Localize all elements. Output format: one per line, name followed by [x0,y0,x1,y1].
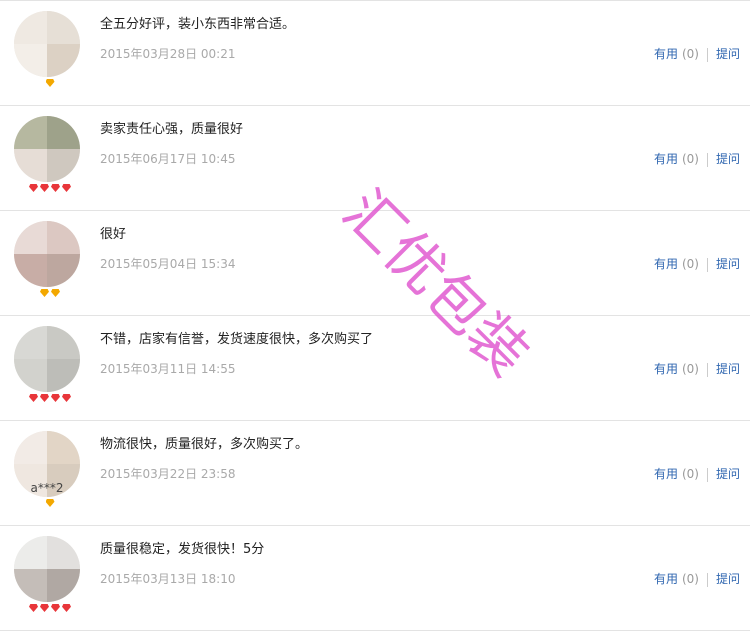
red-heart-icon [62,394,71,402]
red-heart-icon [62,604,71,612]
review-actions: 有用 (0) 提问 [654,150,740,167]
useful-link[interactable]: 有用 [654,152,678,166]
red-heart-icon [51,604,60,612]
review-text: 全五分好评，装小东西非常合适。 [100,17,296,32]
review-item: 卖家责任心强，质量很好 2015年06月17日 10:45 有用 (0) 提问 [0,105,750,210]
avatar-tile [47,536,80,569]
gold-diamond-icon [45,79,55,87]
useful-link[interactable]: 有用 [654,467,678,481]
review-list: 全五分好评，装小东西非常合适。 2015年03月28日 00:21 有用 (0) 提问卖… [0,0,750,631]
review-actions: 有用 (0) 提问 [654,360,740,377]
avatar-tile [14,326,47,359]
ask-link[interactable]: 提问 [716,47,740,61]
ask-link[interactable]: 提问 [716,152,740,166]
review-date: 2015年05月04日 15:34 [100,257,236,271]
avatar[interactable] [14,536,80,602]
review-text: 质量很稳定，发货很快！5分 [100,542,265,557]
rank-badge [22,289,78,300]
useful-link[interactable]: 有用 [654,362,678,376]
review-item: 不错，店家有信誉，发货速度很快，多次购买了 2015年03月11日 14:55 有用… [0,315,750,420]
avatar[interactable] [14,221,80,287]
review-text: 物流很快，质量很好，多次购买了。 [100,437,309,452]
review-date: 2015年03月28日 00:21 [100,47,236,61]
red-heart-icon [29,604,38,612]
red-heart-icon [51,394,60,402]
ask-link[interactable]: 提问 [716,257,740,271]
divider [706,572,708,587]
review-item: 很好 2015年05月04日 15:34 有用 (0) 提问 [0,210,750,315]
useful-link[interactable]: 有用 [654,257,678,271]
useful-count: (0) [681,467,699,481]
divider [706,152,708,167]
red-heart-icon [29,184,38,192]
review-item: 全五分好评，装小东西非常合适。 2015年03月28日 00:21 有用 (0) 提问 [0,0,750,105]
review-date: 2015年06月17日 10:45 [100,152,236,166]
avatar-tile [47,359,80,392]
avatar-tile [14,254,47,287]
username[interactable]: a***2 [14,481,80,495]
avatar-tile [14,44,47,77]
avatar[interactable] [14,326,80,392]
divider [706,362,708,377]
useful-link[interactable]: 有用 [654,572,678,586]
ask-link[interactable]: 提问 [716,362,740,376]
avatar-tile [47,569,80,602]
divider [706,467,708,482]
avatar-tile [14,359,47,392]
useful-count: (0) [681,362,699,376]
avatar-tile [14,11,47,44]
useful-count: (0) [681,572,699,586]
review-text: 很好 [100,227,127,242]
avatar-tile [14,149,47,182]
avatar-tile [47,431,80,464]
review-date: 2015年03月22日 23:58 [100,467,236,481]
gold-diamond-icon [51,289,60,297]
red-heart-icon [40,394,49,402]
review-text: 不错，店家有信誉，发货速度很快，多次购买了 [100,332,374,347]
rank-badge [22,79,78,90]
gold-diamond-icon [40,289,49,297]
avatar[interactable] [14,11,80,77]
red-heart-icon [40,184,49,192]
review-item: a***2 物流很快，质量很好，多次购买了。 2015年03月22日 23:58 有用… [0,420,750,525]
review-actions: 有用 (0) 提问 [654,255,740,272]
avatar-tile [14,536,47,569]
avatar-tile [47,326,80,359]
useful-count: (0) [681,152,699,166]
avatar-tile [47,116,80,149]
review-item: 质量很稳定，发货很快！5分 2015年03月13日 18:10 有用 (0) 提问 [0,525,750,631]
rank-badge [22,604,78,615]
review-actions: 有用 (0) 提问 [654,45,740,62]
avatar-tile [14,221,47,254]
review-actions: 有用 (0) 提问 [654,465,740,482]
avatar-tile [47,44,80,77]
avatar-tile [14,569,47,602]
useful-count: (0) [681,47,699,61]
avatar-tile [14,431,47,464]
review-text: 卖家责任心强，质量很好 [100,122,244,137]
ask-link[interactable]: 提问 [716,467,740,481]
ask-link[interactable]: 提问 [716,572,740,586]
divider [706,257,708,272]
avatar-tile [47,11,80,44]
rank-badge [22,499,78,510]
avatar-tile [14,116,47,149]
red-heart-icon [62,184,71,192]
review-actions: 有用 (0) 提问 [654,570,740,587]
avatar-tile [47,149,80,182]
avatar-tile [47,254,80,287]
divider [706,47,708,62]
gold-diamond-icon [45,499,55,507]
avatar[interactable] [14,116,80,182]
review-date: 2015年03月13日 18:10 [100,572,236,586]
red-heart-icon [29,394,38,402]
red-heart-icon [51,184,60,192]
rank-badge [22,394,78,405]
rank-badge [22,184,78,195]
useful-count: (0) [681,257,699,271]
red-heart-icon [40,604,49,612]
review-date: 2015年03月11日 14:55 [100,362,236,376]
avatar-tile [47,221,80,254]
useful-link[interactable]: 有用 [654,47,678,61]
